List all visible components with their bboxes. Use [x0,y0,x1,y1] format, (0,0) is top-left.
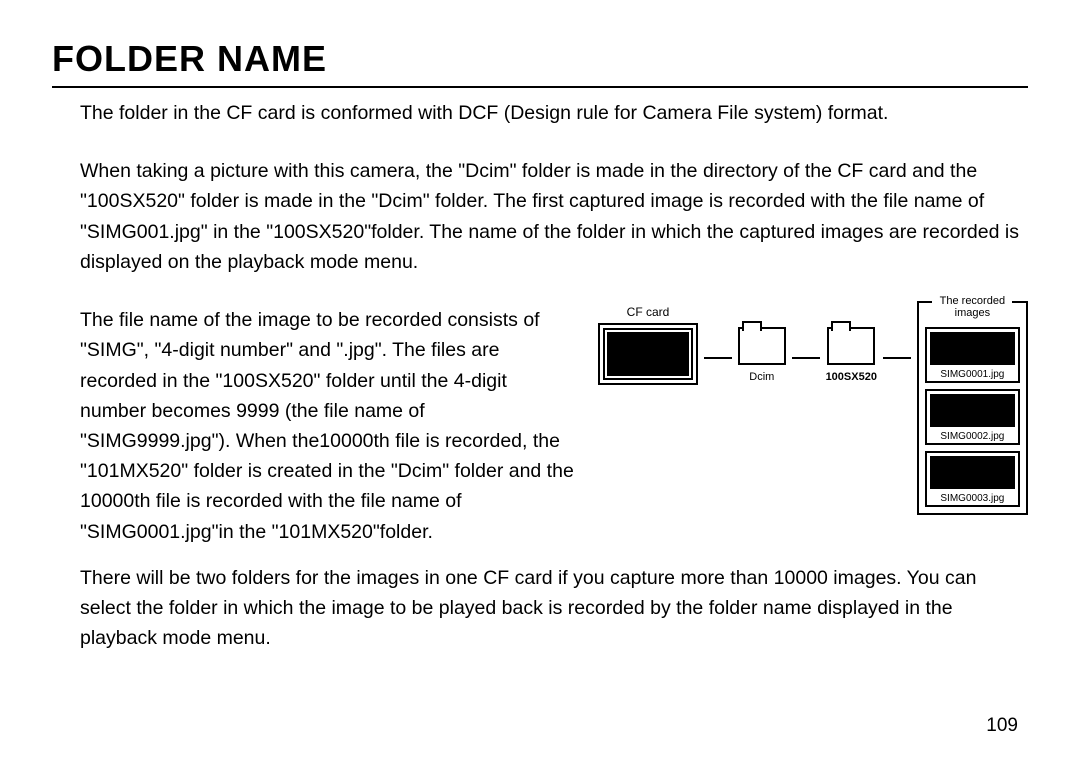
image-thumbnail: SIMG0003.jpg [925,451,1020,507]
folder-icon [827,327,875,365]
folder-icon [738,327,786,365]
page-title: FOLDER NAME [52,38,1028,80]
title-rule [52,86,1028,88]
intro-paragraph: The folder in the CF card is conformed w… [80,98,1028,128]
two-folders-paragraph: There will be two folders for the images… [80,563,1028,654]
filename-rules-paragraph: The file name of the image to be recorde… [80,305,574,547]
dcim-folder-label: Dcim [749,371,774,383]
dcim-explanation-paragraph: When taking a picture with this camera, … [80,156,1028,277]
page-number: 109 [986,715,1018,737]
connector-line [704,357,732,359]
recorded-images-title: The recorded images [932,295,1012,319]
image-filename: SIMG0001.jpg [927,369,1018,380]
image-thumbnail: SIMG0002.jpg [925,389,1020,445]
cf-card-label: CF card [627,305,670,319]
recorded-images-box: The recorded images SIMG0001.jpg SIMG000… [917,301,1028,515]
100sx520-folder-label: 100SX520 [826,371,877,383]
cf-card-icon [598,323,698,385]
image-thumbnail: SIMG0001.jpg [925,327,1020,383]
image-filename: SIMG0003.jpg [927,493,1018,504]
folder-structure-diagram: CF card Dcim 100SX520 The recorded image… [598,305,1028,547]
connector-line [792,357,820,359]
connector-line [883,357,911,359]
image-filename: SIMG0002.jpg [927,431,1018,442]
